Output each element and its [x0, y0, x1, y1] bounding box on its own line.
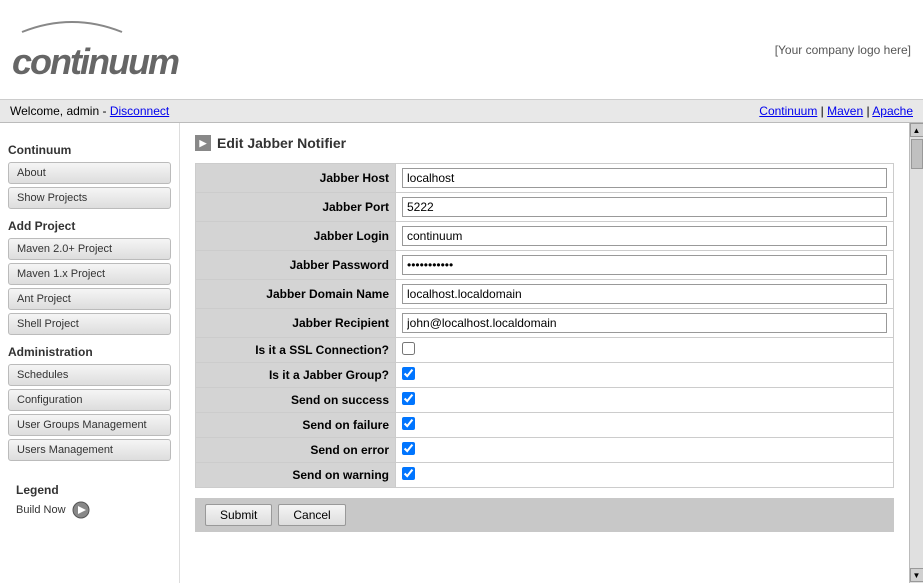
edit-icon: ▶ — [195, 135, 211, 151]
sidebar-item-maven1-project[interactable]: Maven 1.x Project — [8, 263, 171, 285]
sidebar-item-configuration[interactable]: Configuration — [8, 389, 171, 411]
sidebar-item-shell-project[interactable]: Shell Project — [8, 313, 171, 335]
ssl-connection-label: Is it a SSL Connection? — [196, 338, 396, 363]
scrollbar[interactable]: ▲ ▼ — [909, 123, 923, 583]
sidebar-section-administration: Administration — [8, 345, 171, 359]
sidebar-item-show-projects[interactable]: Show Projects — [8, 187, 171, 209]
jabber-domain-row: Jabber Domain Name — [196, 280, 894, 309]
send-warning-checkbox[interactable] — [402, 467, 415, 480]
send-success-checkbox[interactable] — [402, 392, 415, 405]
logo-area: continuum — [12, 17, 178, 83]
legend-title: Legend — [16, 483, 163, 497]
legend: Legend Build Now — [8, 469, 171, 523]
form-table: Jabber Host Jabber Port Jabber Login — [195, 163, 894, 488]
send-error-cell — [396, 438, 894, 463]
logo-arc-icon — [12, 17, 132, 37]
send-failure-checkbox[interactable] — [402, 417, 415, 430]
send-warning-row: Send on warning — [196, 463, 894, 488]
disconnect-link[interactable]: Disconnect — [110, 104, 169, 118]
send-warning-cell — [396, 463, 894, 488]
page-title: Edit Jabber Notifier — [217, 135, 346, 151]
send-success-row: Send on success — [196, 388, 894, 413]
sidebar-item-user-groups[interactable]: User Groups Management — [8, 414, 171, 436]
navbar: Welcome, admin - Disconnect Continuum | … — [0, 100, 923, 123]
scroll-up-arrow[interactable]: ▲ — [910, 123, 923, 137]
send-success-cell — [396, 388, 894, 413]
legend-item-build-now: Build Now — [16, 501, 163, 519]
send-failure-cell — [396, 413, 894, 438]
sidebar-item-maven2-project[interactable]: Maven 2.0+ Project — [8, 238, 171, 260]
continuum-nav-link[interactable]: Continuum — [759, 104, 817, 118]
jabber-recipient-row: Jabber Recipient — [196, 309, 894, 338]
sidebar-item-about[interactable]: About — [8, 162, 171, 184]
send-failure-label: Send on failure — [196, 413, 396, 438]
sidebar-section-add-project: Add Project — [8, 219, 171, 233]
jabber-recipient-label: Jabber Recipient — [196, 309, 396, 338]
jabber-login-cell — [396, 222, 894, 251]
jabber-login-label: Jabber Login — [196, 222, 396, 251]
jabber-host-label: Jabber Host — [196, 164, 396, 193]
jabber-login-input[interactable] — [402, 226, 887, 246]
main-layout: Continuum About Show Projects Add Projec… — [0, 123, 909, 583]
welcome-text: Welcome, admin — [10, 104, 99, 118]
header: continuum [Your company logo here] — [0, 0, 923, 100]
apache-nav-link[interactable]: Apache — [872, 104, 913, 118]
jabber-port-label: Jabber Port — [196, 193, 396, 222]
buttons-row: Submit Cancel — [195, 498, 894, 532]
sidebar-section-continuum: Continuum — [8, 143, 171, 157]
ssl-connection-cell — [396, 338, 894, 363]
cancel-button[interactable]: Cancel — [278, 504, 345, 526]
jabber-domain-input[interactable] — [402, 284, 887, 304]
sidebar-item-ant-project[interactable]: Ant Project — [8, 288, 171, 310]
page-title-bar: ▶ Edit Jabber Notifier — [195, 135, 894, 151]
send-error-row: Send on error — [196, 438, 894, 463]
jabber-password-label: Jabber Password — [196, 251, 396, 280]
jabber-recipient-cell — [396, 309, 894, 338]
company-logo-placeholder: [Your company logo here] — [775, 43, 911, 57]
content-area: ▶ Edit Jabber Notifier Jabber Host Jabbe… — [180, 123, 909, 583]
jabber-group-cell — [396, 363, 894, 388]
jabber-domain-label: Jabber Domain Name — [196, 280, 396, 309]
jabber-host-input[interactable] — [402, 168, 887, 188]
separator: - — [103, 104, 110, 118]
sidebar: Continuum About Show Projects Add Projec… — [0, 123, 180, 583]
send-error-checkbox[interactable] — [402, 442, 415, 455]
ssl-connection-checkbox[interactable] — [402, 342, 415, 355]
jabber-port-row: Jabber Port — [196, 193, 894, 222]
welcome-area: Welcome, admin - Disconnect — [10, 104, 169, 118]
jabber-group-checkbox[interactable] — [402, 367, 415, 380]
ssl-connection-row: Is it a SSL Connection? — [196, 338, 894, 363]
jabber-group-label: Is it a Jabber Group? — [196, 363, 396, 388]
send-success-label: Send on success — [196, 388, 396, 413]
scroll-thumb[interactable] — [911, 139, 923, 169]
submit-button[interactable]: Submit — [205, 504, 272, 526]
maven-nav-link[interactable]: Maven — [827, 104, 863, 118]
send-warning-label: Send on warning — [196, 463, 396, 488]
jabber-host-row: Jabber Host — [196, 164, 894, 193]
jabber-group-row: Is it a Jabber Group? — [196, 363, 894, 388]
jabber-port-input[interactable] — [402, 197, 887, 217]
jabber-login-row: Jabber Login — [196, 222, 894, 251]
jabber-password-row: Jabber Password — [196, 251, 894, 280]
scroll-down-arrow[interactable]: ▼ — [910, 568, 923, 582]
send-error-label: Send on error — [196, 438, 396, 463]
jabber-recipient-input[interactable] — [402, 313, 887, 333]
sidebar-item-schedules[interactable]: Schedules — [8, 364, 171, 386]
jabber-port-cell — [396, 193, 894, 222]
jabber-password-cell — [396, 251, 894, 280]
send-failure-row: Send on failure — [196, 413, 894, 438]
logo-text: continuum — [12, 41, 178, 83]
sidebar-item-users[interactable]: Users Management — [8, 439, 171, 461]
jabber-host-cell — [396, 164, 894, 193]
build-now-icon — [72, 501, 90, 519]
jabber-password-input[interactable] — [402, 255, 887, 275]
jabber-domain-cell — [396, 280, 894, 309]
top-nav: Continuum | Maven | Apache — [759, 104, 913, 118]
build-now-label: Build Now — [16, 504, 66, 516]
